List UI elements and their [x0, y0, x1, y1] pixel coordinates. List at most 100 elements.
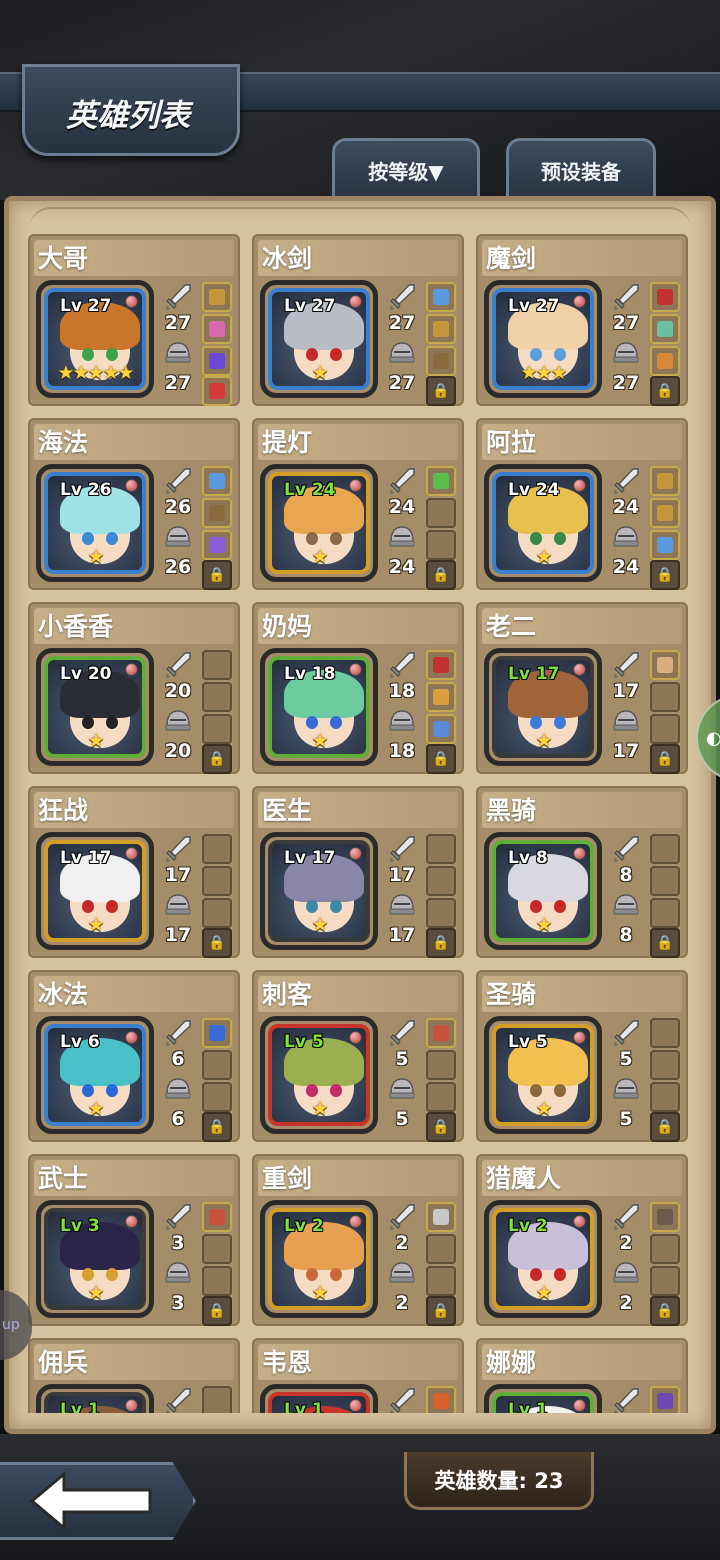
- equipment-slot[interactable]: [426, 714, 456, 744]
- locked-equipment-slot[interactable]: 🔒: [202, 928, 232, 958]
- locked-equipment-slot[interactable]: 🔒: [426, 376, 456, 406]
- hero-card[interactable]: 小香香 Lv 20 ★ 20 20 🔒: [28, 602, 240, 774]
- equipment-slot[interactable]: [426, 282, 456, 312]
- locked-equipment-slot[interactable]: 🔒: [426, 744, 456, 774]
- hero-card[interactable]: 狂战 Lv 17 ★ 17 17 🔒: [28, 786, 240, 958]
- empty-equipment-slot[interactable]: [426, 498, 456, 528]
- empty-equipment-slot[interactable]: [650, 834, 680, 864]
- empty-equipment-slot[interactable]: [426, 866, 456, 896]
- hero-portrait[interactable]: Lv 5 ★: [260, 1016, 378, 1134]
- empty-equipment-slot[interactable]: [426, 834, 456, 864]
- equipment-slot[interactable]: [426, 1202, 456, 1232]
- hero-portrait[interactable]: Lv 27 ★★★: [484, 280, 602, 398]
- equipment-slot[interactable]: [202, 466, 232, 496]
- hero-card[interactable]: 冰剑 Lv 27 ★ 27 27 🔒: [252, 234, 464, 406]
- hero-portrait[interactable]: Lv 27 ★: [260, 280, 378, 398]
- locked-equipment-slot[interactable]: 🔒: [650, 744, 680, 774]
- empty-equipment-slot[interactable]: [426, 898, 456, 928]
- hero-portrait[interactable]: Lv 17 ★: [484, 648, 602, 766]
- empty-equipment-slot[interactable]: [650, 714, 680, 744]
- hero-card[interactable]: 猎魔人 Lv 2 ★ 2 2 🔒: [476, 1154, 688, 1326]
- empty-equipment-slot[interactable]: [202, 1050, 232, 1080]
- hero-card[interactable]: 医生 Lv 17 ★ 17 17 🔒: [252, 786, 464, 958]
- empty-equipment-slot[interactable]: [202, 1266, 232, 1296]
- empty-equipment-slot[interactable]: [202, 834, 232, 864]
- hero-portrait[interactable]: Lv 6 ★: [36, 1016, 154, 1134]
- hero-card[interactable]: 佣兵 Lv 1: [28, 1338, 240, 1413]
- empty-equipment-slot[interactable]: [202, 682, 232, 712]
- equipment-slot[interactable]: [426, 346, 456, 376]
- hero-card[interactable]: 海法 Lv 26 ★ 26 26 🔒: [28, 418, 240, 590]
- locked-equipment-slot[interactable]: 🔒: [426, 928, 456, 958]
- back-button[interactable]: [0, 1462, 196, 1540]
- hero-card[interactable]: 刺客 Lv 5 ★ 5 5 🔒: [252, 970, 464, 1142]
- locked-equipment-slot[interactable]: 🔒: [650, 928, 680, 958]
- hero-portrait[interactable]: Lv 17 ★: [36, 832, 154, 950]
- equipment-slot[interactable]: [426, 1386, 456, 1413]
- empty-equipment-slot[interactable]: [650, 1266, 680, 1296]
- hero-card[interactable]: 重剑 Lv 2 ★ 2 2 🔒: [252, 1154, 464, 1326]
- locked-equipment-slot[interactable]: 🔒: [426, 1112, 456, 1142]
- hero-portrait[interactable]: Lv 5 ★: [484, 1016, 602, 1134]
- locked-equipment-slot[interactable]: 🔒: [426, 560, 456, 590]
- equipment-slot[interactable]: [202, 282, 232, 312]
- equipment-slot[interactable]: [426, 314, 456, 344]
- empty-equipment-slot[interactable]: [650, 1082, 680, 1112]
- hero-portrait[interactable]: Lv 2 ★: [260, 1200, 378, 1318]
- locked-equipment-slot[interactable]: 🔒: [202, 744, 232, 774]
- equipment-slot[interactable]: [202, 498, 232, 528]
- locked-equipment-slot[interactable]: 🔒: [650, 560, 680, 590]
- hero-card[interactable]: 冰法 Lv 6 ★ 6 6 🔒: [28, 970, 240, 1142]
- empty-equipment-slot[interactable]: [650, 866, 680, 896]
- hero-portrait[interactable]: Lv 17 ★: [260, 832, 378, 950]
- hero-portrait[interactable]: Lv 26 ★: [36, 464, 154, 582]
- equipment-slot[interactable]: [650, 466, 680, 496]
- empty-equipment-slot[interactable]: [426, 1050, 456, 1080]
- equipment-slot[interactable]: [202, 1202, 232, 1232]
- locked-equipment-slot[interactable]: 🔒: [650, 1112, 680, 1142]
- empty-equipment-slot[interactable]: [202, 1234, 232, 1264]
- hero-card[interactable]: 黑骑 Lv 8 ★ 8 8 🔒: [476, 786, 688, 958]
- empty-equipment-slot[interactable]: [426, 1266, 456, 1296]
- equipment-slot[interactable]: [650, 314, 680, 344]
- empty-equipment-slot[interactable]: [202, 650, 232, 680]
- empty-equipment-slot[interactable]: [202, 866, 232, 896]
- equipment-slot[interactable]: [202, 530, 232, 560]
- hero-card[interactable]: 韦恩 Lv 1: [252, 1338, 464, 1413]
- equipment-slot[interactable]: [426, 1018, 456, 1048]
- empty-equipment-slot[interactable]: [202, 1386, 232, 1413]
- equipment-slot[interactable]: [426, 466, 456, 496]
- locked-equipment-slot[interactable]: 🔒: [426, 1296, 456, 1326]
- equipment-slot[interactable]: [202, 314, 232, 344]
- hero-card[interactable]: 圣骑 Lv 5 ★ 5 5 🔒: [476, 970, 688, 1142]
- hero-grid[interactable]: 大哥 Lv 27 ★★★★★ 27 27 冰剑 Lv 27 ★ 27 27 🔒 魔剑 Lv 27 ★★★ 2…: [26, 230, 690, 1413]
- hero-portrait[interactable]: Lv 8 ★: [484, 832, 602, 950]
- equipment-slot[interactable]: [202, 376, 232, 406]
- empty-equipment-slot[interactable]: [426, 1082, 456, 1112]
- equipment-slot[interactable]: [650, 282, 680, 312]
- empty-equipment-slot[interactable]: [650, 1018, 680, 1048]
- equipment-slot[interactable]: [426, 650, 456, 680]
- empty-equipment-slot[interactable]: [650, 898, 680, 928]
- hero-portrait[interactable]: Lv 1: [36, 1384, 154, 1413]
- equipment-slot[interactable]: [650, 1386, 680, 1413]
- equipment-slot[interactable]: [202, 1018, 232, 1048]
- empty-equipment-slot[interactable]: [650, 682, 680, 712]
- empty-equipment-slot[interactable]: [202, 898, 232, 928]
- hero-portrait[interactable]: Lv 27 ★★★★★: [36, 280, 154, 398]
- locked-equipment-slot[interactable]: 🔒: [202, 560, 232, 590]
- locked-equipment-slot[interactable]: 🔒: [202, 1296, 232, 1326]
- hero-portrait[interactable]: Lv 1: [260, 1384, 378, 1413]
- equipment-slot[interactable]: [650, 346, 680, 376]
- locked-equipment-slot[interactable]: 🔒: [650, 376, 680, 406]
- hero-portrait[interactable]: Lv 20 ★: [36, 648, 154, 766]
- preset-equipment-button[interactable]: 预设装备: [506, 138, 656, 200]
- empty-equipment-slot[interactable]: [426, 1234, 456, 1264]
- hero-portrait[interactable]: Lv 3 ★: [36, 1200, 154, 1318]
- empty-equipment-slot[interactable]: [202, 1082, 232, 1112]
- hero-card[interactable]: 奶妈 Lv 18 ★ 18 18 🔒: [252, 602, 464, 774]
- hero-card[interactable]: 提灯 Lv 24 ★ 24 24 🔒: [252, 418, 464, 590]
- hero-card[interactable]: 大哥 Lv 27 ★★★★★ 27 27: [28, 234, 240, 406]
- equipment-slot[interactable]: [650, 498, 680, 528]
- sort-by-level-button[interactable]: 按等级▼: [332, 138, 480, 200]
